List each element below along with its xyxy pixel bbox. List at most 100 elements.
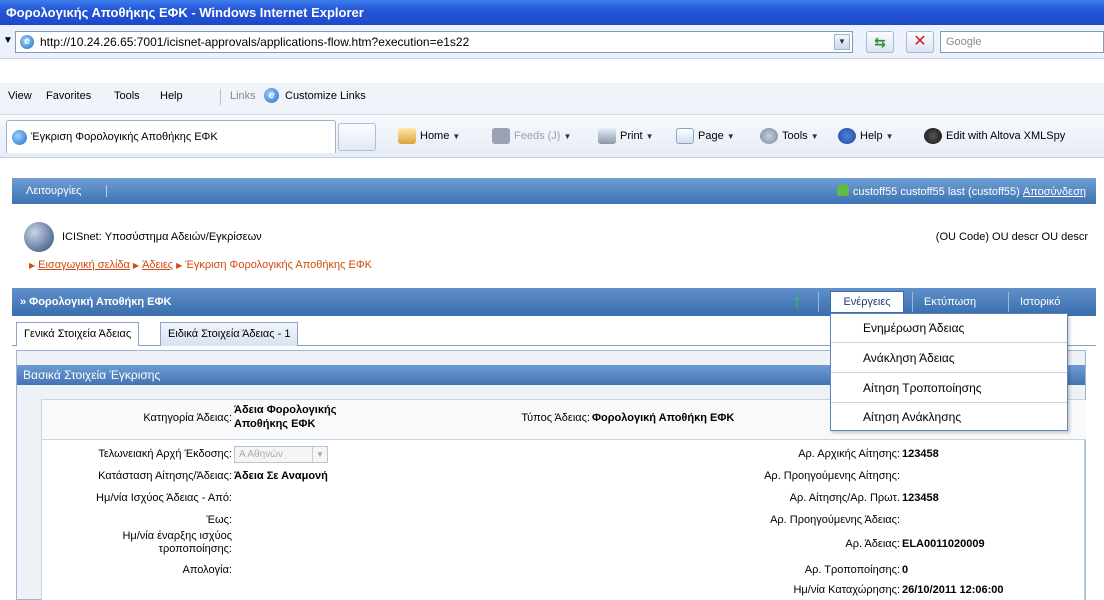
help-icon (838, 128, 856, 144)
category-value-line1: Άδεια Φορολογικής (234, 404, 337, 416)
print-command-button[interactable]: Print ▼ (598, 128, 654, 144)
menu-tools[interactable]: Tools (114, 90, 140, 102)
address-bar[interactable]: e http://10.24.26.65:7001/icisnet-approv… (15, 31, 853, 53)
toolbar-separator (1008, 292, 1009, 312)
window-title: Φορολογικής Αποθήκης ΕΦΚ - Windows Inter… (6, 5, 364, 20)
type-label: Τύπος Άδειας: (521, 412, 590, 424)
ie-link-icon: e (264, 88, 279, 103)
registration-value: 26/10/2011 12:06:00 (902, 584, 1004, 596)
customs-select: Α Αθηνών ▼ (234, 446, 328, 463)
ie-page-icon: e (20, 35, 34, 49)
breadcrumb: ▶ Εισαγωγική σελίδα ▶ Άδειες ▶ Έγκριση Φορολο… (26, 259, 372, 271)
menu-view[interactable]: View (8, 90, 32, 102)
justification-label: Απολογία: (182, 564, 233, 576)
stop-button[interactable]: ✕ (906, 31, 934, 53)
modification-value: 0 (902, 564, 909, 576)
ou-code: (OU Code) OU descr OU descr (935, 231, 1088, 243)
category-value-line2: Αποθήκης ΕΦΚ (234, 418, 316, 430)
page-top-spacer (0, 158, 1104, 178)
chevron-down-icon: ▼ (312, 447, 327, 462)
print-button[interactable]: Εκτύπωση (924, 296, 976, 308)
modification-label: Αρ. Τροποποίησης: (804, 564, 900, 576)
valid-from-label: Ημ/νία Ισχύος Άδειας - Από: (96, 492, 232, 504)
app-protocol-label: Αρ. Αίτησης/Αρ. Πρωτ. (789, 492, 900, 504)
search-placeholder: Google (946, 36, 982, 48)
actions-dropdown-menu: Ενημέρωση Άδειας Ανάκληση Άδειας Αίτηση … (830, 313, 1068, 431)
home-button[interactable]: Home ▼ (398, 128, 460, 144)
address-url[interactable]: http://10.24.26.65:7001/icisnet-approval… (40, 35, 469, 49)
customize-links[interactable]: Customize Links (285, 90, 366, 102)
valid-to-label: Έως: (206, 514, 232, 526)
xmlspy-button[interactable]: Edit with Altova XMLSpy (924, 128, 1065, 144)
operations-separator (106, 185, 107, 197)
breadcrumb-licenses[interactable]: Άδειες (142, 259, 173, 271)
breadcrumb-arrow-icon: ▶ (176, 261, 183, 270)
status-label: Κατάσταση Αίτησης/Άδειας: (98, 470, 232, 482)
menu-bar: View Favorites Tools Help Links e Custom… (0, 83, 1104, 115)
menu-item-update-license[interactable]: Ενημέρωση Άδειας (831, 314, 1067, 343)
breadcrumb-arrow-icon: ▶ (132, 261, 140, 270)
help-button[interactable]: Help ▼ (838, 128, 894, 144)
history-button[interactable]: Ιστορικό (1020, 296, 1060, 308)
category-label: Κατηγορία Άδειας: (143, 412, 232, 424)
user-name: custoff55 custoff55 last (custoff55) (852, 186, 1020, 198)
breadcrumb-arrow-icon: ▶ (29, 261, 36, 270)
menu-item-revocation-request[interactable]: Αίτηση Ανάκλησης (831, 403, 1067, 432)
home-icon (398, 128, 416, 144)
app-protocol-value: 123458 (902, 492, 939, 504)
ie-tab-icon (12, 130, 27, 145)
customs-label: Τελωνειακή Αρχή Έκδοσης: (98, 448, 232, 460)
license-no-value: ELA0011020009 (902, 538, 985, 550)
operations-menu[interactable]: Λειτουργίες (26, 185, 81, 197)
system-name: ICISnet: Υποσύστημα Αδειών/Εγκρίσεων (62, 231, 262, 243)
feeds-icon (492, 128, 510, 144)
tab-specific[interactable]: Ειδικά Στοιχεία Άδειας - 1 (160, 322, 299, 346)
menu-item-revoke-license[interactable]: Ανάκληση Άδειας (831, 344, 1067, 373)
menu-help[interactable]: Help (160, 90, 183, 102)
breadcrumb-current: Έγκριση Φορολογικής Αποθήκης ΕΦΚ (185, 259, 372, 271)
operations-bar: Λειτουργίες custoff55 custoff55 last (cu… (12, 178, 1096, 204)
type-value: Φορολογική Αποθήκη ΕΦΚ (592, 412, 735, 424)
prev-app-label: Αρ. Προηγούμενης Αίτησης: (764, 470, 900, 482)
mod-start-label-line2: τροποποίησης: (158, 543, 232, 555)
menu-separator (220, 89, 221, 105)
gear-icon (760, 128, 778, 144)
refresh-button[interactable]: ⇆ (866, 31, 894, 53)
feeds-button[interactable]: Feeds (J) ▼ (492, 128, 571, 144)
breadcrumb-home[interactable]: Εισαγωγική σελίδα (38, 259, 130, 271)
globe-logo-icon (24, 222, 54, 252)
prev-license-label: Αρ. Προηγούμενης Άδειας: (770, 514, 900, 526)
page-title-bar: » Φορολογική Αποθήκη ΕΦΚ ↑ Ενέργειες Εκτ… (12, 288, 1096, 316)
initial-app-value: 123458 (902, 448, 939, 460)
user-icon (836, 184, 849, 196)
up-arrow-icon[interactable]: ↑ (786, 291, 808, 313)
toolbar-separator (818, 292, 819, 312)
browser-tab-active[interactable]: Έγκριση Φορολογικής Αποθήκης ΕΦΚ (6, 120, 336, 153)
menu-item-modification-request[interactable]: Αίτηση Τροποποίησης (831, 374, 1067, 403)
printer-icon (598, 128, 616, 144)
dropdown-arrow-icon[interactable]: ▼ (3, 35, 13, 46)
menu-favorites[interactable]: Favorites (46, 90, 91, 102)
initial-app-label: Αρ. Αρχικής Αίτησης: (798, 448, 900, 460)
links-label[interactable]: Links (230, 90, 256, 102)
page-button[interactable]: Page ▼ (676, 128, 735, 144)
page-title: » Φορολογική Αποθήκη ΕΦΚ (20, 296, 172, 308)
app-header: ICISnet: Υποσύστημα Αδειών/Εγκρίσεων (OU… (12, 204, 1096, 284)
command-bar: Έγκριση Φορολογικής Αποθήκης ΕΦΚ Home ▼ F… (0, 115, 1104, 158)
window-title-bar: Φορολογικής Αποθήκης ΕΦΚ - Windows Inter… (0, 0, 1104, 25)
address-history-dropdown[interactable]: ▼ (834, 34, 850, 50)
address-toolbar: ▼ e http://10.24.26.65:7001/icisnet-appr… (0, 25, 1104, 59)
user-info: custoff55 custoff55 last (custoff55) Απο… (836, 184, 1086, 198)
license-no-label: Αρ. Άδειας: (845, 538, 900, 550)
status-value: Άδεια Σε Αναμονή (234, 470, 328, 482)
actions-button[interactable]: Ενέργειες (830, 291, 904, 313)
tab-general[interactable]: Γενικά Στοιχεία Άδειας (16, 322, 140, 346)
page-icon (676, 128, 694, 144)
new-tab-button[interactable] (338, 123, 376, 151)
logout-link[interactable]: Αποσύνδεση (1023, 186, 1086, 198)
tools-button[interactable]: Tools ▼ (760, 128, 819, 144)
search-input[interactable]: Google (940, 31, 1104, 53)
xmlspy-icon (924, 128, 942, 144)
toolbar-separator (912, 292, 913, 312)
registration-label: Ημ/νία Καταχώρησης: (793, 584, 900, 596)
